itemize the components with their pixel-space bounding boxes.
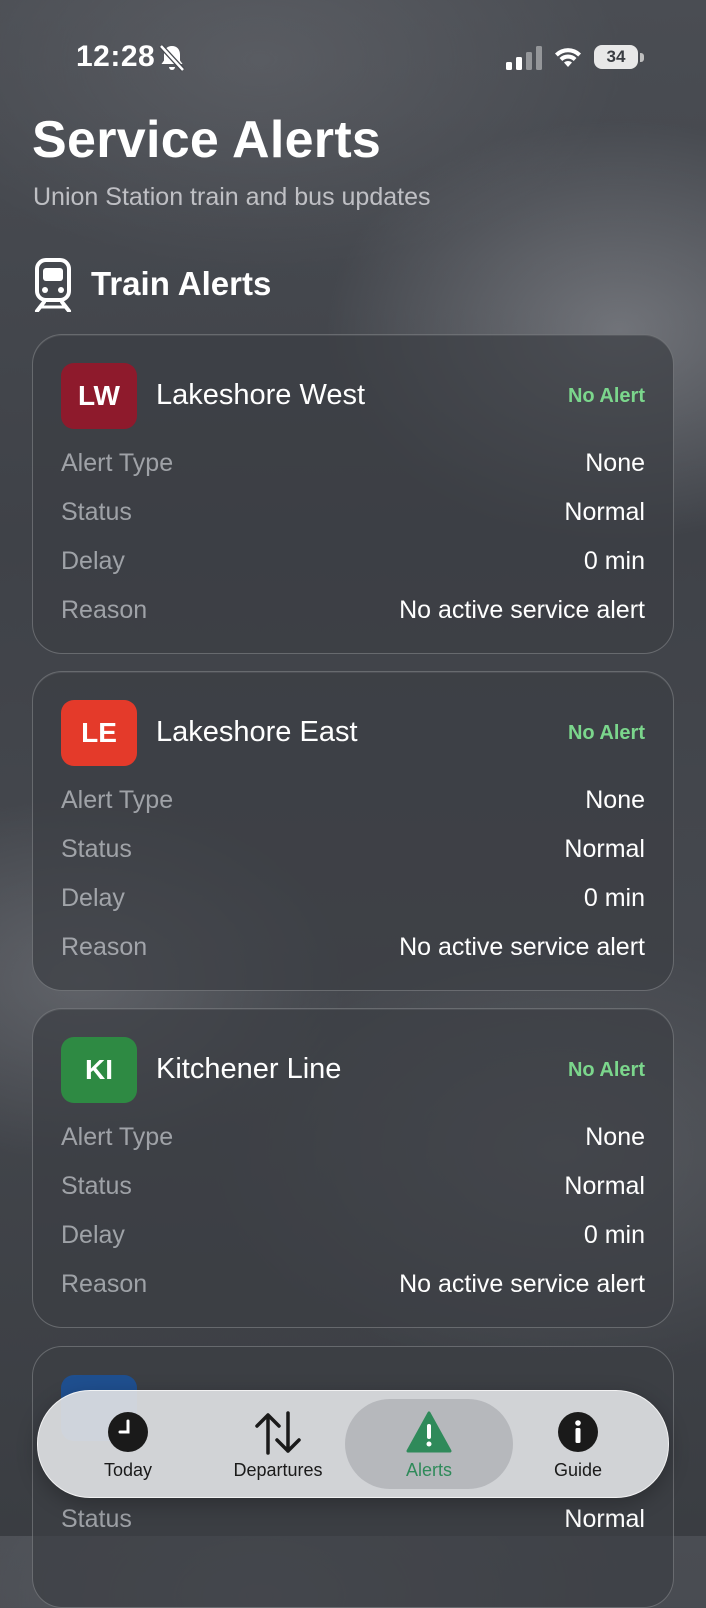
delay-row: Delay 0 min <box>61 547 645 581</box>
tab-bar: Today Departures Alerts Guide <box>37 1390 669 1498</box>
line-badge: LE <box>61 700 137 766</box>
status-label: Status <box>61 835 132 863</box>
reason-value: No active service alert <box>399 596 645 624</box>
battery-level: 34 <box>594 45 638 69</box>
status-label: Status <box>61 1172 132 1200</box>
alert-card-kitchener-line[interactable]: KI Kitchener Line No Alert Alert Type No… <box>32 1008 674 1328</box>
section-title: Train Alerts <box>91 265 272 302</box>
line-name: Kitchener Line <box>156 1053 342 1085</box>
bell-slash-icon <box>159 44 185 72</box>
alert-type-value: None <box>585 1123 645 1151</box>
reason-label: Reason <box>61 1270 148 1298</box>
reason-row: Reason No active service alert <box>61 596 645 630</box>
reason-row: Reason No active service alert <box>61 933 645 967</box>
reason-value: No active service alert <box>399 1270 645 1298</box>
delay-row: Delay 0 min <box>61 1221 645 1255</box>
battery-indicator: 34 <box>594 45 644 71</box>
status-bar: 12:28 34 <box>0 0 706 110</box>
alert-type-row: Alert Type None <box>61 449 645 483</box>
delay-value: 0 min <box>583 547 645 575</box>
status-row: Status Normal <box>61 1172 645 1206</box>
tab-departures[interactable]: Departures <box>208 1391 348 1497</box>
line-badge: LW <box>61 363 137 429</box>
alert-card-lakeshore-east[interactable]: LE Lakeshore East No Alert Alert Type No… <box>32 671 674 991</box>
status-label: Status <box>61 498 132 526</box>
reason-row: Reason No active service alert <box>61 1270 645 1304</box>
cellular-signal-icon <box>506 46 542 70</box>
alert-type-label: Alert Type <box>61 449 174 477</box>
status-label: Status <box>61 1505 132 1533</box>
alert-status-badge: No Alert <box>567 1059 645 1081</box>
page-subtitle: Union Station train and bus updates <box>33 183 431 211</box>
page-title: Service Alerts <box>32 111 382 169</box>
status-value: Normal <box>564 835 645 863</box>
alert-card-lakeshore-west[interactable]: LW Lakeshore West No Alert Alert Type No… <box>32 334 674 654</box>
tab-label: Departures <box>233 1460 323 1480</box>
reason-label: Reason <box>61 933 148 961</box>
status-row: Status Normal <box>61 498 645 532</box>
delay-value: 0 min <box>583 1221 645 1249</box>
alert-type-label: Alert Type <box>61 786 174 814</box>
tab-label: Alerts <box>405 1460 452 1480</box>
status-value: Normal <box>564 1172 645 1200</box>
alert-type-row: Alert Type None <box>61 786 645 820</box>
status-time: 12:28 <box>76 40 156 73</box>
line-badge: KI <box>61 1037 137 1103</box>
alert-type-value: None <box>585 449 645 477</box>
alert-status-badge: No Alert <box>567 385 645 407</box>
status-value: Normal <box>564 1505 645 1533</box>
line-name: Lakeshore East <box>156 716 358 748</box>
tab-alerts[interactable]: Alerts <box>369 1391 489 1497</box>
reason-value: No active service alert <box>399 933 645 961</box>
alert-type-value: None <box>585 786 645 814</box>
clock-icon <box>108 1412 148 1452</box>
status-row: Status Normal <box>61 835 645 869</box>
alert-type-row: Alert Type None <box>61 1123 645 1157</box>
delay-label: Delay <box>61 547 125 575</box>
alert-status-badge: No Alert <box>567 722 645 744</box>
tab-label: Guide <box>553 1460 603 1480</box>
warning-triangle-icon <box>406 1411 452 1453</box>
line-name: Lakeshore West <box>156 379 366 411</box>
delay-row: Delay 0 min <box>61 884 645 918</box>
delay-label: Delay <box>61 1221 125 1249</box>
tab-label: Today <box>103 1460 153 1480</box>
delay-label: Delay <box>61 884 125 912</box>
reason-label: Reason <box>61 596 148 624</box>
tab-guide[interactable]: Guide <box>518 1391 638 1497</box>
train-icon <box>35 258 71 312</box>
info-circle-icon <box>558 1412 598 1452</box>
wifi-icon <box>555 48 581 67</box>
tab-today[interactable]: Today <box>68 1391 188 1497</box>
arrows-up-down-icon <box>255 1411 301 1455</box>
status-value: Normal <box>564 498 645 526</box>
delay-value: 0 min <box>583 884 645 912</box>
alert-type-label: Alert Type <box>61 1123 174 1151</box>
